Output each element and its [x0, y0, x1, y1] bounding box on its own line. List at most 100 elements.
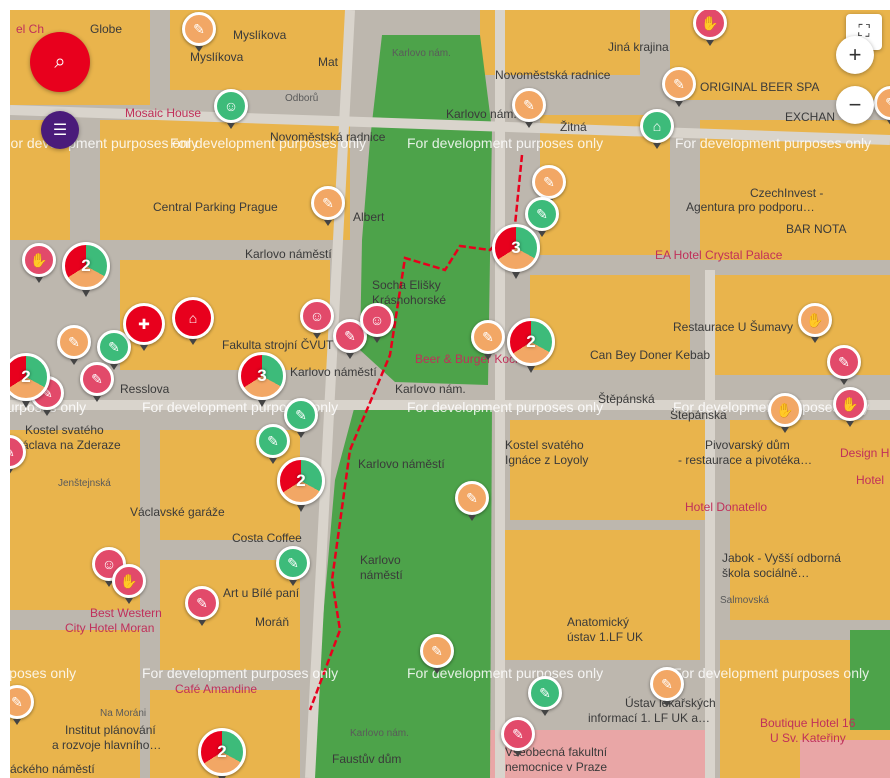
map-label: BAR NOTA	[786, 222, 847, 236]
poi-marker-pink[interactable]: ✋	[833, 387, 867, 427]
map-label: el Ch	[16, 22, 45, 36]
poi-marker-orange[interactable]: ✋	[798, 303, 832, 343]
poi-marker-red[interactable]: ✚	[123, 303, 165, 351]
cluster-count: 2	[21, 367, 31, 386]
map-label: Hotel Donatello	[685, 500, 768, 514]
map-label: a rozvoje hlavního…	[52, 738, 162, 752]
poi-marker-orange[interactable]: ✎	[662, 67, 696, 107]
map-label: Café Amandine	[175, 682, 258, 696]
cluster-marker[interactable]: 2	[277, 457, 325, 512]
poi-marker-orange[interactable]: ✎	[420, 634, 454, 674]
poi-marker-pink[interactable]: ☺	[360, 303, 394, 343]
map-label: Myslíkova	[190, 50, 244, 64]
map-label: EXCHAN	[785, 110, 836, 124]
cluster-count: 3	[257, 366, 267, 385]
search-button[interactable]: ⌕	[30, 32, 90, 92]
dev-watermark: For development purposes only	[142, 665, 339, 681]
poi-marker-pink[interactable]: ✋	[112, 564, 146, 604]
poi-marker-orange[interactable]: ✎	[512, 88, 546, 128]
map-label: Na Moráni	[100, 708, 147, 719]
map-label: Pivovarský dům	[705, 438, 790, 452]
poi-marker-pink[interactable]: ✎	[185, 586, 219, 626]
hospital-block	[800, 740, 890, 778]
map-label: Mat	[318, 55, 339, 69]
dev-watermark: For development purposes only	[10, 665, 77, 681]
map-label: Karlovo nám.	[446, 107, 517, 121]
map-label: Albert	[353, 210, 385, 224]
poi-marker-red[interactable]: ⌂	[172, 297, 214, 345]
zoom-out-button[interactable]: −	[836, 86, 874, 124]
cluster-marker[interactable]: 2	[198, 728, 246, 778]
cluster-count: 3	[511, 238, 521, 257]
search-icon: ⌕	[54, 50, 66, 73]
map-label: Can Bey Doner Kebab	[590, 348, 711, 362]
dev-watermark: For development purposes only	[407, 135, 604, 151]
map-label: Art u Bílé paní	[223, 586, 300, 600]
map-label: Karlovo náměstí	[358, 457, 445, 471]
map-label: Design H	[840, 446, 890, 460]
poi-marker-green[interactable]: ✎	[284, 398, 318, 438]
filter-button[interactable]: ☰	[41, 111, 79, 149]
map-label: Faustův dům	[332, 752, 402, 766]
poi-marker-pink[interactable]: ✋	[22, 243, 56, 283]
map-label: Kostel svatého	[25, 423, 104, 437]
map-label: Jabok - Vyšší odborná	[722, 551, 841, 565]
zoom-in-button[interactable]: +	[836, 36, 874, 74]
cluster-marker[interactable]: 2	[507, 318, 555, 373]
map-label: City Hotel Moran	[65, 621, 155, 635]
map-label: Salmovská	[720, 595, 769, 606]
map-label: Jiná krajina	[608, 40, 669, 54]
map-label: Agentura pro podporu…	[686, 200, 815, 214]
map-label: áckého náměstí	[10, 762, 95, 776]
cluster-marker[interactable]: 2	[62, 242, 110, 297]
poi-marker-green[interactable]: ⌂	[640, 109, 674, 149]
poi-marker-orange[interactable]: ✎	[650, 667, 684, 707]
map-label: Socha Elišky	[372, 278, 441, 292]
poi-marker-pink[interactable]: ☺	[300, 299, 334, 339]
poi-marker-pink[interactable]: ✎	[827, 345, 861, 385]
dev-watermark: For development purposes only	[407, 399, 604, 415]
map-label: nemocnice v Praze	[505, 760, 608, 774]
map-label: Anatomický	[567, 615, 630, 629]
map-label: škola sociálně…	[722, 566, 810, 580]
poi-marker-green[interactable]: ✎	[528, 676, 562, 716]
map-label: Fakulta strojní ČVUT	[222, 338, 334, 352]
poi-marker-green[interactable]: ✎	[256, 424, 290, 464]
map-label: Kostel svatého	[505, 438, 584, 452]
filter-icon: ☰	[52, 122, 68, 139]
city-block	[510, 420, 710, 520]
poi-marker-green[interactable]: ✎	[276, 546, 310, 586]
poi-marker-orange[interactable]: ✎	[455, 481, 489, 521]
map-label: Karlovo nám.	[392, 48, 451, 59]
cluster-marker[interactable]: 3	[238, 352, 286, 407]
poi-marker-orange[interactable]: ✎	[532, 165, 566, 205]
cluster-count: 2	[296, 471, 306, 490]
dev-watermark: For development purposes only	[675, 135, 872, 151]
map-label: EA Hotel Crystal Palace	[655, 248, 783, 262]
map-label: Hotel	[856, 473, 885, 487]
poi-marker-orange[interactable]: ✎	[182, 12, 216, 52]
map-label: Václavské garáže	[130, 505, 225, 519]
poi-marker-orange[interactable]: ✎	[471, 320, 505, 360]
poi-marker-orange[interactable]: ✋	[768, 393, 802, 433]
map-canvas[interactable]: el Ch Globe Myslíkova Myslíkova Mat Karl…	[10, 10, 890, 778]
poi-marker-green[interactable]: ✎	[525, 197, 559, 237]
map-label: Resslova	[120, 382, 170, 396]
cluster-count: 2	[217, 742, 227, 761]
map-label: Karlovo nám.	[395, 382, 466, 396]
map-label: Novoměstská radnice	[495, 68, 611, 82]
poi-marker-pink[interactable]: ✎	[501, 717, 535, 757]
poi-marker-orange[interactable]: ✎	[311, 186, 345, 226]
map-label: Costa Coffee	[232, 531, 302, 545]
map-label: Globe	[90, 22, 123, 36]
poi-marker-green[interactable]: ☺	[214, 89, 248, 129]
dev-watermark: For development purposes only	[673, 665, 870, 681]
map-label: Central Parking Prague	[153, 200, 278, 214]
map-label: ORIGINAL BEER SPA	[700, 80, 820, 94]
poi-marker-orange[interactable]: ✎	[57, 325, 91, 365]
poi-marker-pink[interactable]: ✎	[80, 362, 114, 402]
map-label: CzechInvest -	[750, 186, 824, 200]
map-label: ústav 1.LF UK	[567, 630, 644, 644]
cluster-marker[interactable]: 3	[492, 224, 540, 279]
cluster-count: 2	[81, 256, 91, 275]
